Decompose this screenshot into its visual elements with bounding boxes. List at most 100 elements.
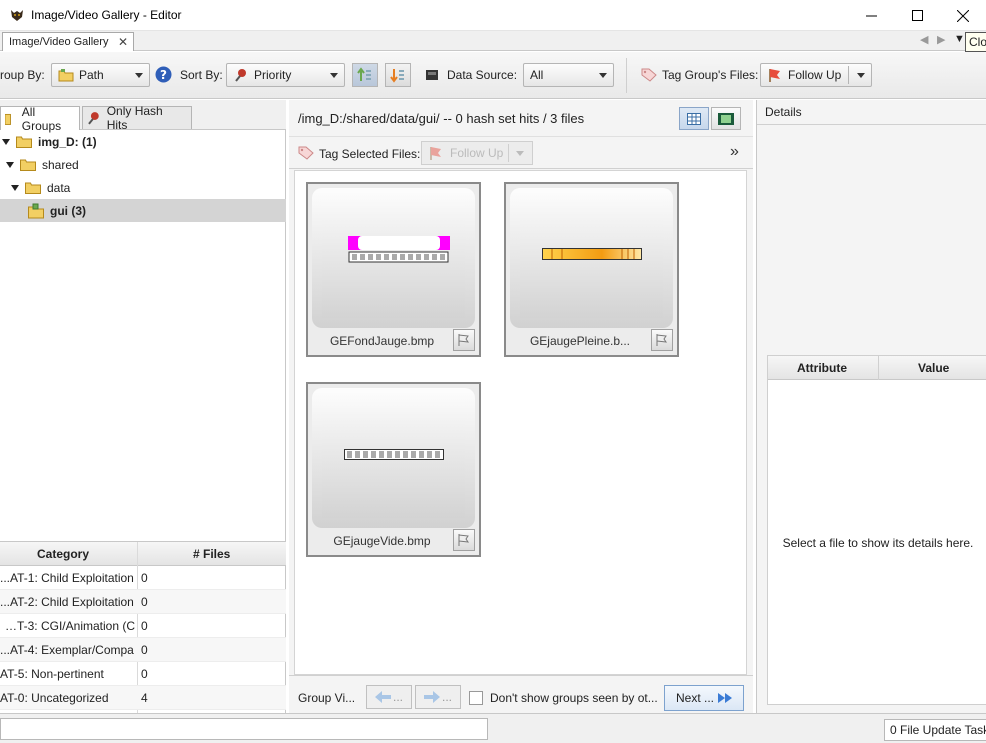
table-row[interactable]: AT-1: Child Exploitation... 0 [0, 566, 286, 590]
folder-icon [20, 159, 36, 171]
close-icon [957, 9, 969, 22]
tab-scroll-right-icon[interactable]: ▶ [937, 33, 945, 46]
file-flag-button[interactable] [453, 329, 475, 351]
category-table-header: Category # Files [0, 542, 286, 566]
tag-selected-button[interactable]: Follow Up [421, 141, 533, 165]
tag-group-files-button[interactable]: Follow Up [760, 63, 872, 87]
svg-text:?: ? [160, 68, 167, 82]
column-header-category[interactable]: Category [37, 547, 89, 561]
category-count: 0 [141, 643, 148, 657]
category-name: AT-4: Exemplar/Compa... [0, 643, 134, 657]
flag-outline-icon [656, 334, 668, 346]
center-panel: /img_D:/shared/data/gui/ -- 0 hash set h… [289, 100, 753, 713]
tag-selected-bar: Tag Selected Files: Follow Up » [289, 136, 753, 169]
flag-outline-icon [458, 534, 470, 546]
tag-selected-label: Tag Selected Files: [319, 147, 421, 161]
data-source-value: All [530, 68, 544, 82]
previous-group-button[interactable]: ... [366, 685, 412, 709]
column-header-attribute[interactable]: Attribute [797, 361, 847, 375]
image-preview [542, 248, 642, 260]
minimize-icon [865, 15, 877, 17]
arrow-left-icon [374, 691, 391, 703]
image-preview [344, 449, 444, 460]
close-button[interactable] [940, 0, 986, 31]
data-source-combo[interactable]: All [523, 63, 614, 87]
grid-view-button[interactable] [679, 107, 709, 130]
expanded-icon[interactable] [11, 184, 19, 191]
tag-icon [641, 68, 657, 82]
pin-icon [235, 69, 246, 82]
folder-icon [16, 136, 32, 148]
sort-descending-button[interactable] [385, 63, 411, 87]
file-tile[interactable]: GEjaugePleine.b... [504, 182, 679, 357]
file-flag-button[interactable] [651, 329, 673, 351]
chevron-down-icon [599, 73, 607, 78]
help-icon[interactable]: ? [155, 66, 172, 83]
group-by-value: Path [79, 68, 104, 82]
minimize-button[interactable] [848, 0, 894, 31]
tab-scroll-left-icon[interactable]: ◀ [920, 33, 928, 46]
attribute-table: Attribute Value Select a file to show it… [767, 355, 986, 705]
maximize-icon [911, 10, 923, 21]
sort-ascending-button[interactable] [352, 63, 378, 87]
chevron-down-icon[interactable] [857, 73, 865, 78]
chevron-down-icon[interactable] [516, 151, 524, 156]
file-update-tasks[interactable]: 0 File Update Tasks [884, 719, 986, 741]
expanded-icon[interactable] [6, 161, 14, 168]
empty-details-message: Select a file to show its details here. [782, 536, 974, 550]
tab-close-icon[interactable]: ✕ [118, 35, 128, 49]
window-title: Image/Video Gallery - Editor [31, 8, 182, 22]
more-icon[interactable]: » [730, 143, 739, 161]
file-flag-button[interactable] [453, 529, 475, 551]
tab-all-groups[interactable]: All Groups [0, 105, 80, 133]
thumbnail [312, 388, 475, 528]
film-icon [718, 112, 734, 125]
group-by-label: roup By: [0, 68, 45, 82]
maximize-button[interactable] [894, 0, 940, 31]
category-name: AT-2: Child Exploitation... [0, 595, 134, 609]
group-viewed-label: Group Vi... [298, 691, 356, 705]
tree-node-shared[interactable]: shared [6, 153, 79, 176]
tab-only-hash-hits[interactable]: Only Hash Hits [82, 104, 192, 132]
file-name: GEjaugeVide.bmp [333, 534, 431, 548]
table-row[interactable]: AT-5: Non-pertinent 0 [0, 662, 286, 686]
group-by-combo[interactable]: Path [51, 63, 150, 87]
table-row[interactable]: AT-0: Uncategorized 4 [0, 686, 286, 710]
next-group-button[interactable]: Next ... [664, 685, 744, 711]
group-tabs: All Groups Only Hash Hits [0, 100, 286, 133]
group-tree: img_D: (1) shared data gui (3) [0, 130, 286, 540]
expanded-icon[interactable] [2, 138, 10, 145]
chevron-down-icon [330, 73, 338, 78]
sort-by-combo[interactable]: Priority [226, 63, 345, 87]
column-header-files[interactable]: # Files [193, 547, 230, 561]
tab-image-video-gallery[interactable]: Image/Video Gallery ✕ [2, 32, 134, 51]
category-count: 0 [141, 667, 148, 681]
tab-label: Only Hash Hits [106, 104, 163, 132]
table-row[interactable]: AT-4: Exemplar/Compa... 0 [0, 638, 286, 662]
details-panel: Details Attribute Value Select a file to… [756, 100, 986, 713]
dont-show-seen-checkbox[interactable] [469, 691, 483, 705]
tab-list-icon[interactable]: ▼ [954, 33, 965, 45]
folders-icon [5, 113, 11, 125]
file-tile[interactable]: GEjaugeVide.bmp [306, 382, 481, 557]
group-header: /img_D:/shared/data/gui/ -- 0 hash set h… [289, 100, 753, 136]
category-count: 0 [141, 595, 148, 609]
slideshow-view-button[interactable] [711, 107, 741, 130]
column-header-value[interactable]: Value [918, 361, 949, 375]
file-tile[interactable]: GEFondJauge.bmp [306, 182, 481, 357]
folder-tree-icon [58, 69, 74, 82]
tag-group-files-label: Tag Group's Files: [662, 68, 759, 82]
table-row[interactable]: AT-3: CGI/Animation (C... 0 [0, 614, 286, 638]
tree-node-img-d[interactable]: img_D: (1) [2, 130, 97, 153]
tree-node-data[interactable]: data [11, 176, 70, 199]
tree-node-gui[interactable]: gui (3) [28, 199, 86, 222]
file-name: GEFondJauge.bmp [329, 334, 435, 348]
folder-icon [25, 182, 41, 194]
data-source-label: Data Source: [447, 68, 518, 82]
table-row[interactable]: AT-2: Child Exploitation... 0 [0, 590, 286, 614]
grid-view-icon [687, 112, 701, 125]
sort-by-value: Priority [254, 68, 292, 82]
next-group-small-button[interactable]: ... [415, 685, 461, 709]
tab-strip: Image/Video Gallery ✕ ◀ ▶ ▼ [0, 31, 986, 51]
thumbnail [510, 188, 673, 328]
